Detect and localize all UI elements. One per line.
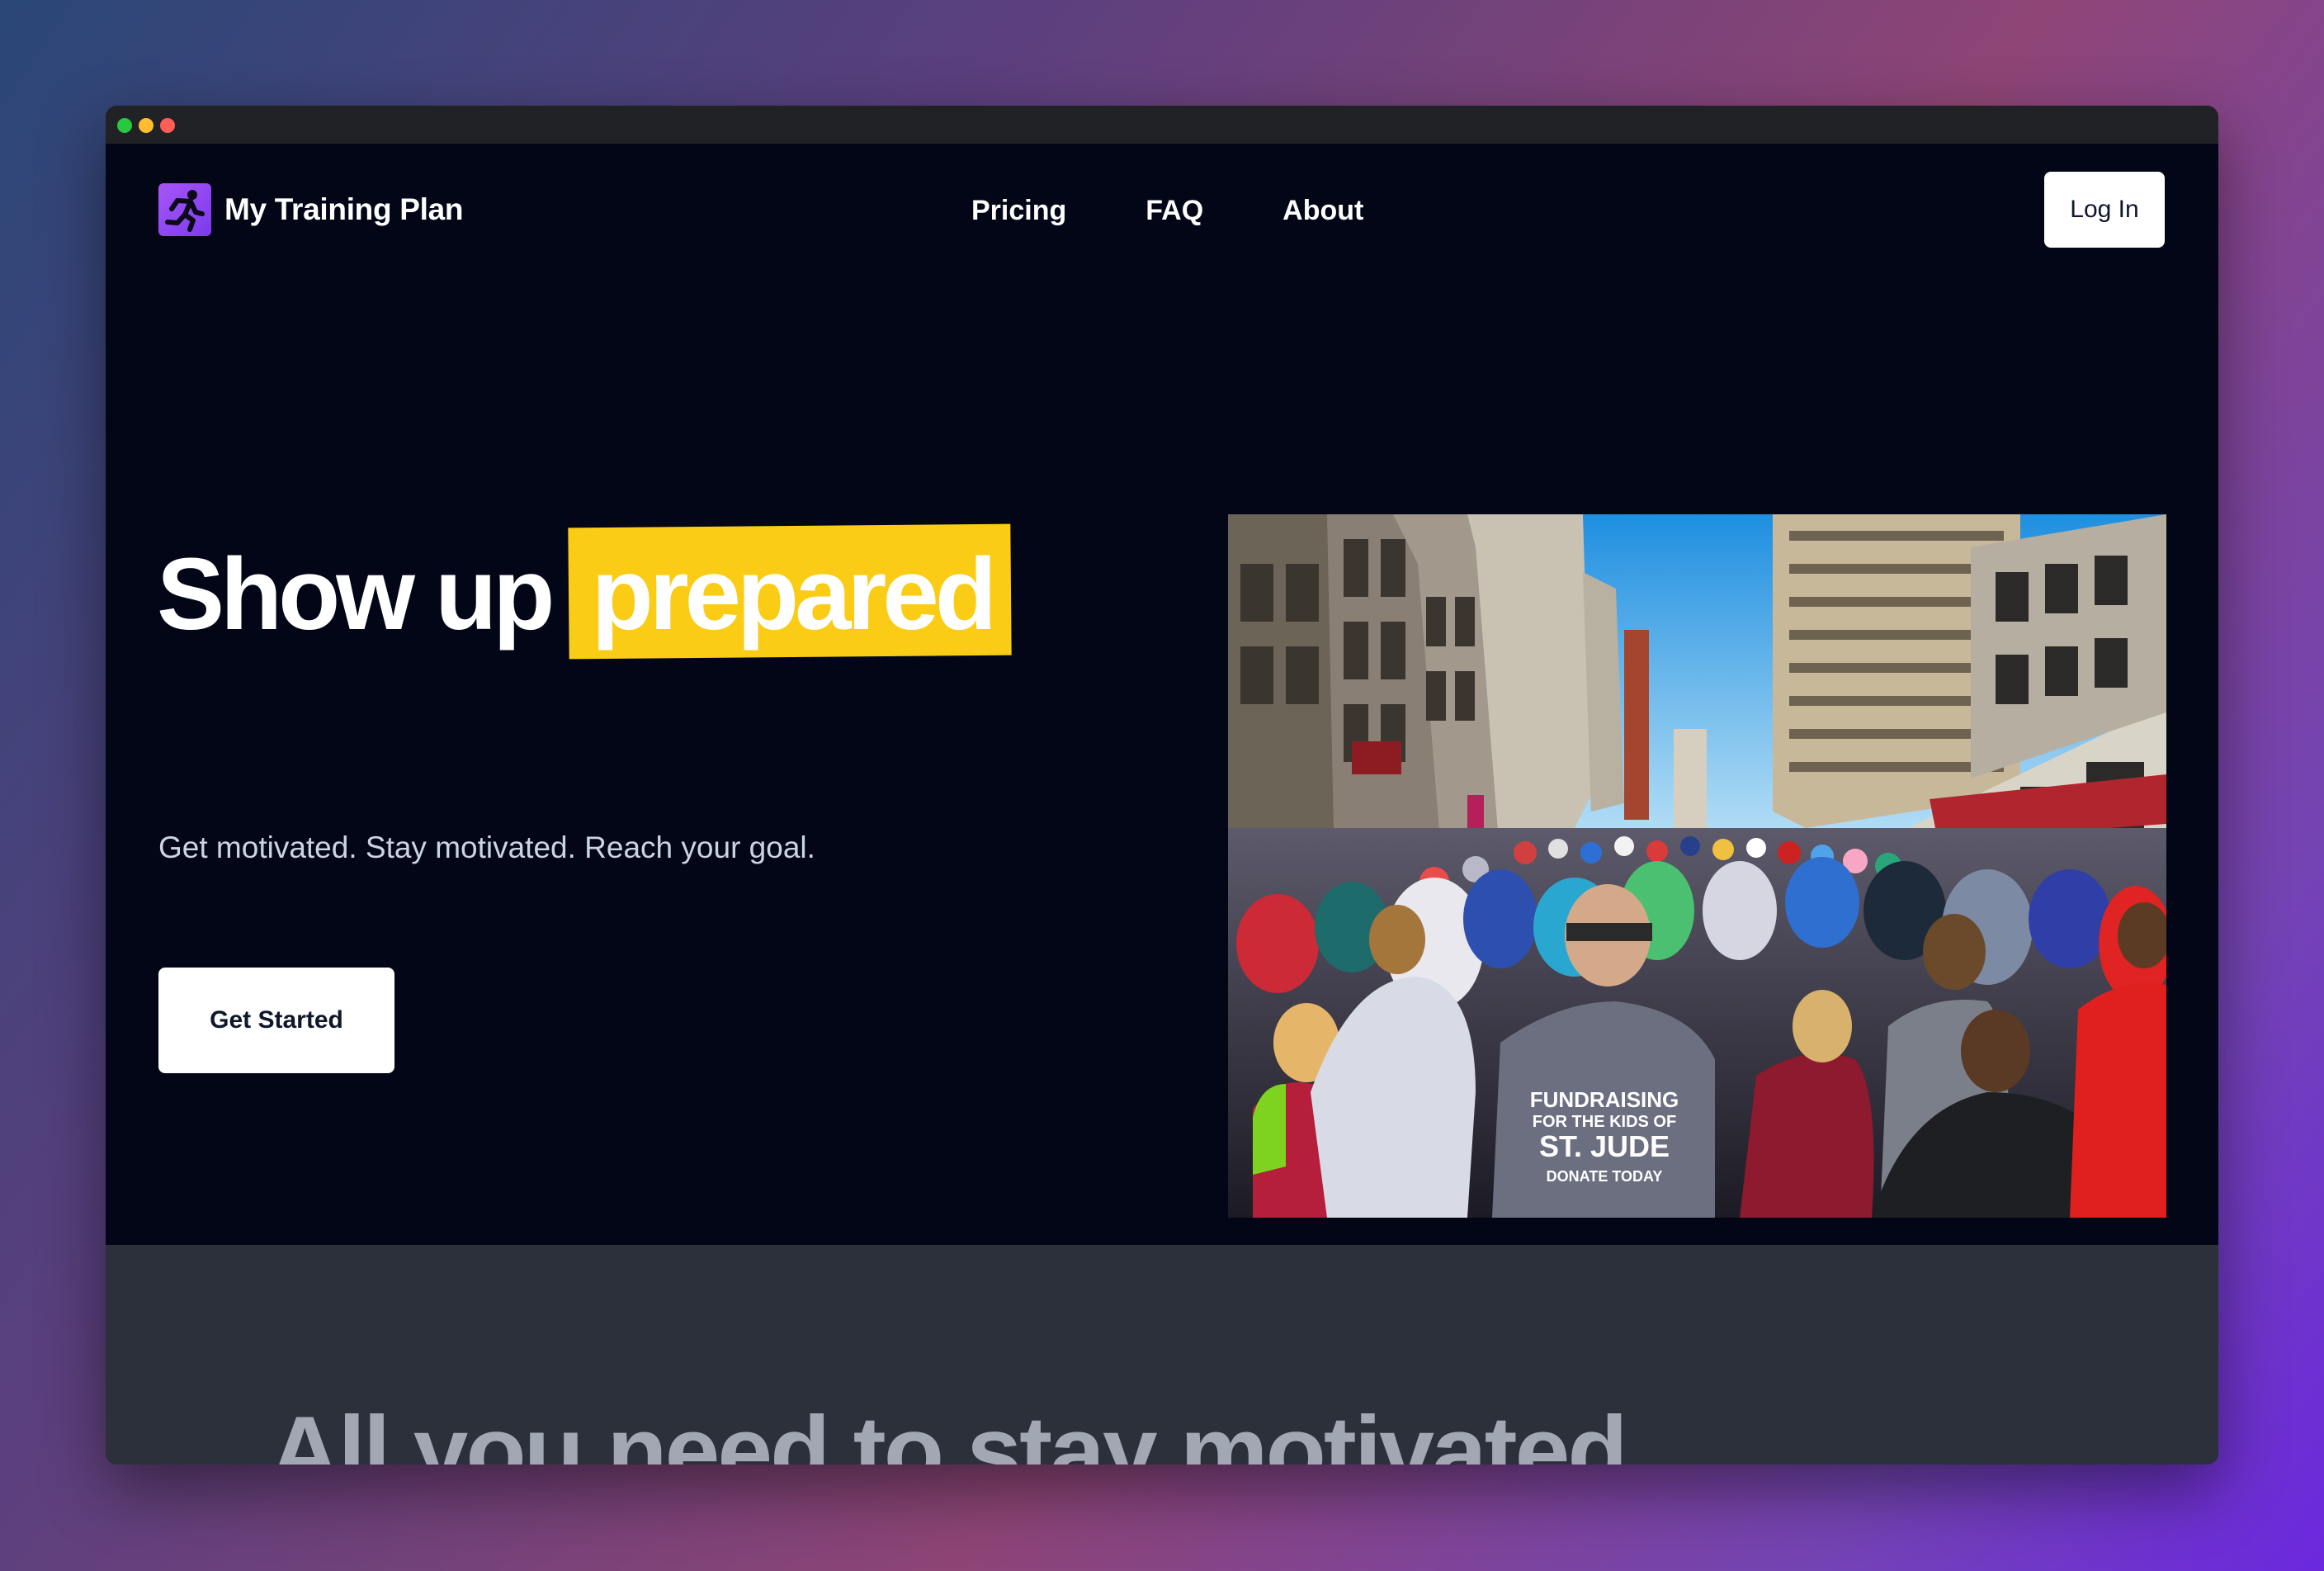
hero-image: FUNDRAISING FOR THE KIDS OF ST. JUDE DON… — [1228, 514, 2166, 1218]
running-person-icon — [158, 183, 211, 236]
features-section: All you need to stay motivated — [106, 1245, 2218, 1465]
nav-link-about[interactable]: About — [1282, 195, 1363, 227]
login-button[interactable]: Log In — [2044, 172, 2165, 248]
window-minimize-button[interactable] — [139, 118, 154, 133]
brand-name: My Training Plan — [224, 192, 464, 226]
window-zoom-button[interactable] — [117, 118, 132, 133]
window-close-button[interactable] — [160, 118, 175, 133]
svg-text:ST. JUDE: ST. JUDE — [1539, 1129, 1670, 1163]
nav-link-pricing[interactable]: Pricing — [971, 195, 1066, 227]
get-started-button[interactable]: Get Started — [158, 968, 394, 1073]
hero-section: My Training Plan Pricing FAQ About Log I… — [106, 144, 2218, 1218]
nav-link-faq[interactable]: FAQ — [1145, 195, 1203, 227]
features-title: All you need to stay motivated — [269, 1396, 1628, 1465]
main-nav: Pricing FAQ About — [971, 195, 1363, 227]
window-titlebar — [106, 106, 2218, 144]
svg-text:DONATE TODAY: DONATE TODAY — [1547, 1168, 1663, 1185]
browser-window: My Training Plan Pricing FAQ About Log I… — [106, 106, 2218, 1465]
svg-text:FOR THE KIDS OF: FOR THE KIDS OF — [1533, 1113, 1676, 1131]
hero-headline: Show up prepared — [157, 544, 1011, 646]
svg-text:FUNDRAISING: FUNDRAISING — [1530, 1087, 1679, 1112]
brand-logo-link[interactable]: My Training Plan — [158, 183, 464, 236]
headline-text: Show up — [157, 538, 555, 651]
headline-highlight: prepared — [569, 544, 1011, 646]
hero-subheadline: Get motivated. Stay motivated. Reach you… — [158, 830, 815, 864]
